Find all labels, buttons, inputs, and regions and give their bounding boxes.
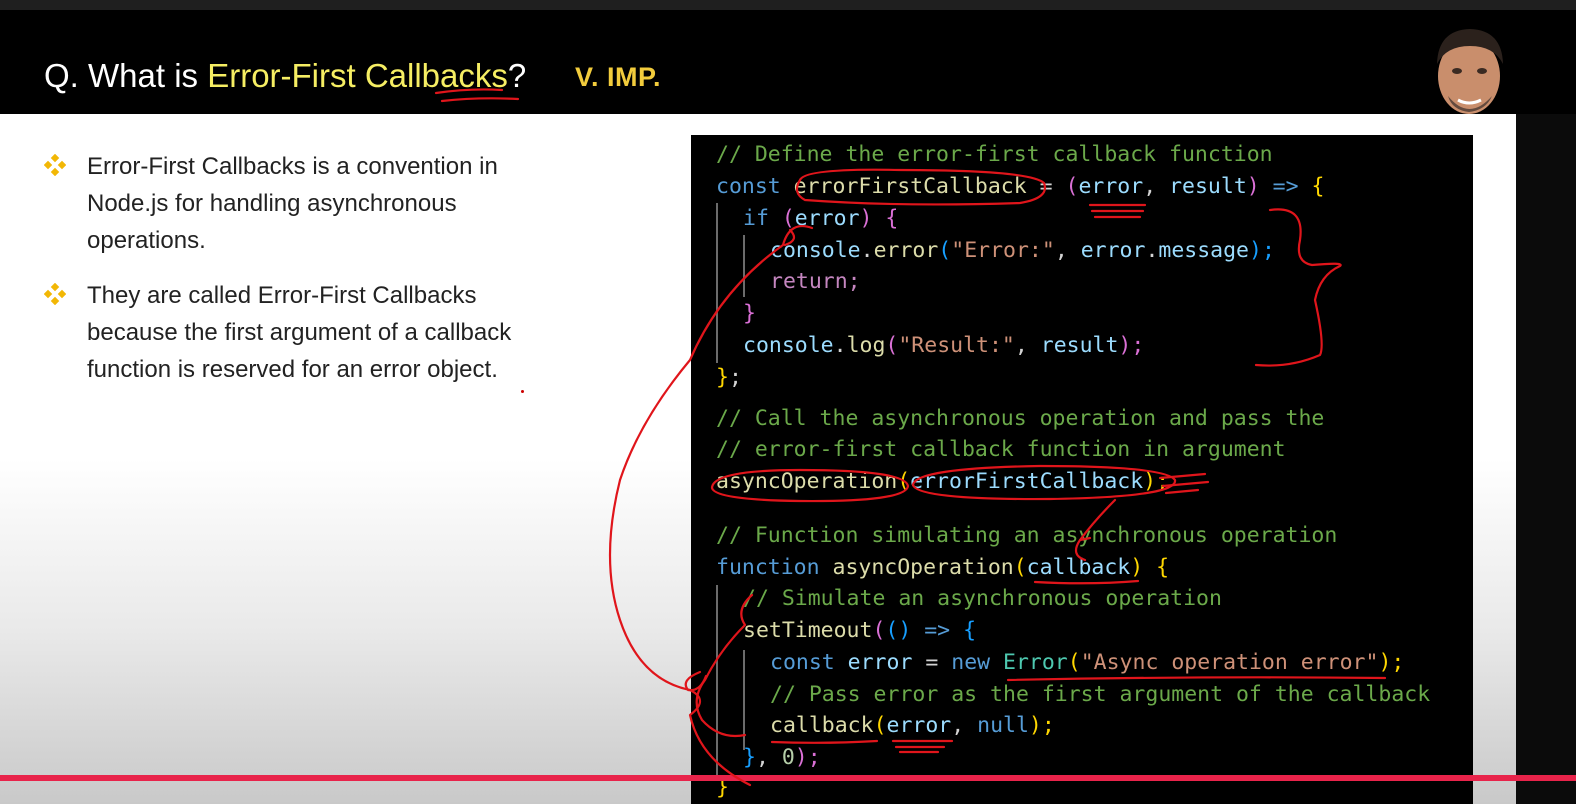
importance-badge: V. IMP. — [575, 62, 662, 92]
code-line: const error = new Error("Async operation… — [770, 650, 1405, 675]
bullet-item: Error-First Callbacks is a convention in… — [44, 148, 544, 259]
page-title: Q. What is Error-First Callbacks? — [44, 57, 527, 94]
code-line: const errorFirstCallback = (error, resul… — [716, 174, 1325, 199]
presenter-avatar — [1437, 29, 1503, 114]
diamond-bullet-icon — [44, 283, 66, 305]
indent-guide — [743, 650, 745, 750]
code-line: // Define the error-first callback funct… — [716, 142, 1273, 167]
code-line: callback(error, null); — [770, 713, 1055, 738]
code-line: function asyncOperation(callback) { — [716, 555, 1170, 580]
stray-ink-dot — [521, 390, 524, 393]
code-line: // Call the asynchronous operation and p… — [716, 406, 1325, 431]
bullet-item: They are called Error-First Callbacks be… — [44, 277, 544, 388]
code-line: // Pass error as the first argument of t… — [770, 682, 1431, 707]
code-line: setTimeout(() => { — [743, 618, 977, 643]
indent-guide — [716, 203, 718, 363]
code-line: asyncOperation(errorFirstCallback); — [716, 469, 1170, 494]
code-line: } — [743, 301, 756, 326]
code-line: // Simulate an asynchronous operation — [743, 586, 1222, 611]
code-line: }; — [716, 365, 742, 390]
indent-guide — [743, 235, 745, 297]
right-dark-panel — [1516, 114, 1576, 804]
code-line: console.error("Error:", error.message); — [770, 238, 1275, 263]
code-line: // Function simulating an asynchronous o… — [716, 523, 1338, 548]
code-block: // Define the error-first callback funct… — [691, 135, 1473, 804]
diamond-bullet-icon — [44, 154, 66, 176]
title-highlight: Error-First Callbacks — [207, 57, 508, 94]
code-line: }, 0); — [743, 745, 821, 770]
slide-header: Q. What is Error-First Callbacks? V. IMP… — [0, 10, 1576, 114]
top-strip — [0, 0, 1576, 10]
code-line: return; — [770, 269, 861, 294]
code-line: // error-first callback function in argu… — [716, 437, 1286, 462]
video-progress-bar[interactable] — [0, 775, 1576, 781]
bullet-list: Error-First Callbacks is a convention in… — [44, 148, 544, 406]
code-line: console.log("Result:", result); — [743, 333, 1145, 358]
code-line: if (error) { — [743, 206, 899, 231]
indent-guide — [716, 585, 718, 780]
